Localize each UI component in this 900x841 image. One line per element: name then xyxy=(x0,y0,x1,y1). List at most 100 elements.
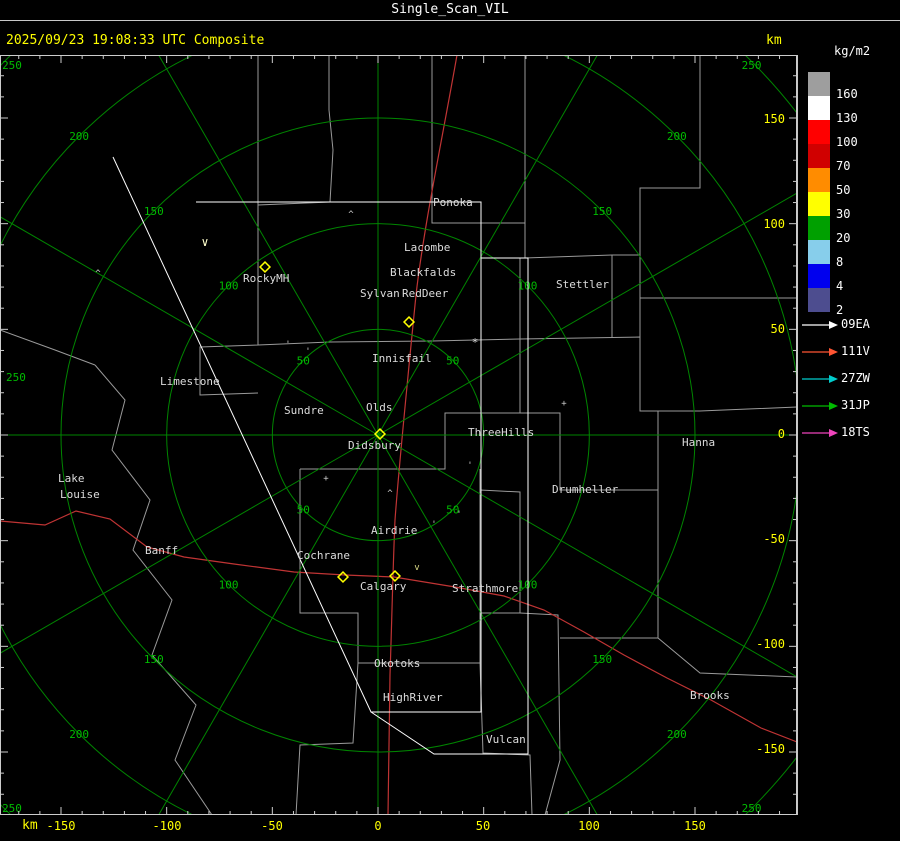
colorbar-swatch xyxy=(808,264,830,288)
colorbar-swatch xyxy=(808,168,830,192)
place-label: Hanna xyxy=(682,436,715,449)
colorbar-value: 4 xyxy=(836,279,844,293)
scan-area-outline xyxy=(112,156,529,755)
point-marker: ^ xyxy=(348,210,354,220)
place-label: Ponoka xyxy=(433,196,473,209)
place-label: Airdrie xyxy=(371,524,417,537)
radar-site-marker xyxy=(258,260,272,274)
range-ring-label: 100 xyxy=(517,578,537,591)
point-marker: + xyxy=(561,399,567,409)
place-label: Lake xyxy=(58,472,85,485)
range-ring-label: 200 xyxy=(69,130,89,143)
right-axis-label: -50 xyxy=(763,532,785,546)
place-label: RockyMH xyxy=(243,272,289,285)
colorbar-swatch xyxy=(808,144,830,168)
colorbar-swatch xyxy=(808,72,830,96)
point-marker: ' xyxy=(285,340,290,350)
right-axis-label: 150 xyxy=(763,112,785,126)
place-label: Brooks xyxy=(690,689,730,702)
county-boundary xyxy=(0,329,96,366)
place-label: Blackfalds xyxy=(390,266,456,279)
colorbar-value: 30 xyxy=(836,207,851,221)
radar-site-marker xyxy=(336,570,350,584)
range-ring-label: 250 xyxy=(742,59,762,72)
county-boundary xyxy=(519,612,561,815)
point-marker: + xyxy=(323,474,329,484)
colorbar-swatch xyxy=(808,192,830,216)
place-label: Louise xyxy=(60,488,100,501)
right-axis-label: 50 xyxy=(770,322,785,336)
colorbar-swatch xyxy=(808,288,830,312)
right-axis-label: -150 xyxy=(756,742,785,756)
place-label: Lacombe xyxy=(404,241,450,254)
radar-site-id: 27ZW xyxy=(841,371,870,385)
radar-pointer-arrow xyxy=(802,321,838,329)
scan-timestamp: 2025/09/23 19:08:33 UTC Composite xyxy=(6,33,265,48)
place-label: Olds xyxy=(366,401,393,414)
range-ring-label: 50 xyxy=(297,504,310,517)
range-ring-label: 100 xyxy=(517,280,537,293)
point-marker: ^ xyxy=(95,269,101,279)
colorbar-value: 8 xyxy=(836,255,844,269)
place-label: Cochrane xyxy=(297,549,350,562)
colorbar-value: 50 xyxy=(836,183,851,197)
county-boundary xyxy=(639,55,701,255)
place-label: Drumheller xyxy=(552,483,619,496)
point-marker: ' xyxy=(305,347,310,357)
radar-pointer-arrow xyxy=(802,402,838,410)
window-title: Single_Scan_VIL xyxy=(391,2,509,17)
radar-pointer-arrow xyxy=(802,375,838,383)
county-boundary xyxy=(295,662,359,815)
place-label: Calgary xyxy=(360,580,407,593)
colorbar-value: 160 xyxy=(836,87,858,101)
point-marker: ' xyxy=(467,461,472,471)
colorbar-value: 2 xyxy=(836,303,844,317)
right-axis-label: -100 xyxy=(756,637,785,651)
range-radial xyxy=(158,434,379,815)
point-marker: v xyxy=(414,563,419,573)
bottom-axis-label: 50 xyxy=(475,819,491,833)
place-label: Strathmore xyxy=(452,582,518,595)
bottom-axis-label: -100 xyxy=(152,819,182,833)
colorbar-unit-label: kg/m2 xyxy=(834,44,871,58)
range-ring-label: 50 xyxy=(446,354,459,367)
place-label: Sylvan xyxy=(360,287,400,300)
county-boundary xyxy=(199,227,259,396)
panel-divider xyxy=(797,55,798,815)
point-marker: ' xyxy=(431,520,436,530)
range-radial xyxy=(0,434,379,654)
radar-pointer-arrow xyxy=(802,429,838,437)
place-label: Banff xyxy=(145,544,178,557)
colorbar-swatch xyxy=(808,240,830,264)
radar-site-id: 18TS xyxy=(841,425,870,439)
colorbar-value: 100 xyxy=(836,135,858,149)
range-ring-label: 250 xyxy=(2,59,22,72)
point-marker: ∨ xyxy=(201,235,208,249)
range-ring-label: 150 xyxy=(144,205,164,218)
radar-map-canvas[interactable]: 50 5050 50100 100100 100150 150150 150200 20020… xyxy=(0,55,797,815)
radar-site-id: 09EA xyxy=(841,317,870,331)
range-ring-label: 250 xyxy=(6,371,26,384)
range-ring-label: 200 xyxy=(667,130,687,143)
range-ring-label: 150 xyxy=(592,205,612,218)
point-marker: * xyxy=(472,336,479,349)
range-ring-label: 150 xyxy=(592,653,612,666)
place-label: Okotoks xyxy=(374,657,420,670)
radar-site-id: 111V xyxy=(841,344,870,358)
point-marker: ^ xyxy=(387,489,393,499)
radar-pointer-arrow xyxy=(802,348,838,356)
place-label: ThreeHills xyxy=(468,426,534,439)
place-label: Didsbury xyxy=(348,439,401,452)
title-divider xyxy=(0,20,900,21)
place-label: HighRiver xyxy=(383,691,443,704)
place-label: Stettler xyxy=(556,278,609,291)
county-boundary xyxy=(524,55,797,299)
radar-map-area[interactable]: 50 50 50 50 100 100 100 100 150 150 150 150 200 200 20… xyxy=(0,55,797,815)
colorbar-swatch xyxy=(808,96,830,120)
range-ring-label: 100 xyxy=(219,578,239,591)
right-axis-unit: km xyxy=(766,33,782,48)
place-label: Limestone xyxy=(160,375,220,388)
bottom-axis-label: 100 xyxy=(578,819,600,833)
bottom-axis-label: 0 xyxy=(374,819,382,833)
right-axis-label: 0 xyxy=(777,427,785,441)
